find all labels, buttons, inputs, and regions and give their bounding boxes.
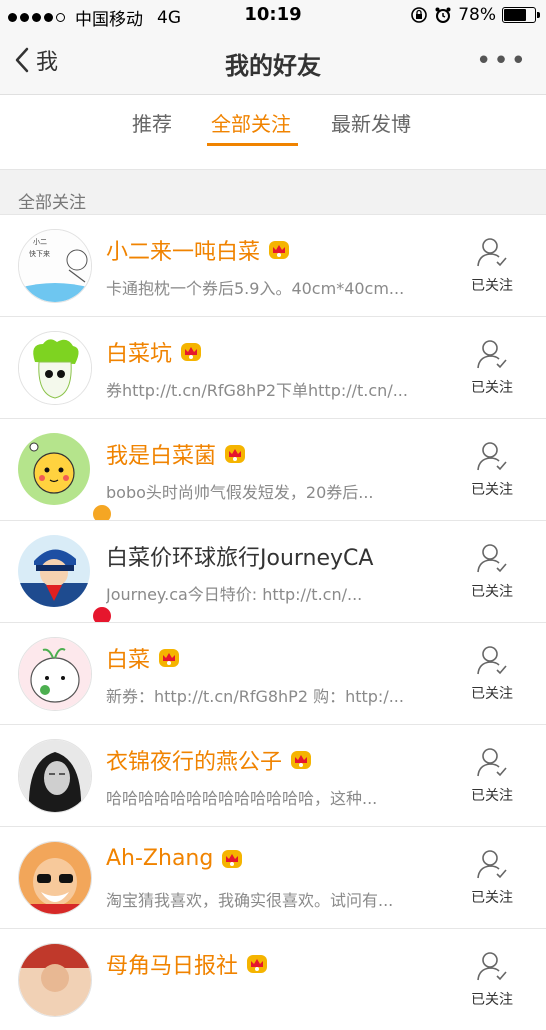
followed-user-icon xyxy=(477,544,507,573)
vip-crown-icon xyxy=(181,343,202,361)
user-name[interactable]: 白菜坑 xyxy=(106,336,172,368)
svg-text:快下来: 快下来 xyxy=(29,249,50,258)
page-title: 我的好友 xyxy=(225,52,321,80)
followed-user-icon xyxy=(477,238,507,267)
followed-user-icon xyxy=(477,748,507,777)
followed-button[interactable]: 已关注 xyxy=(462,949,522,1009)
followed-user-icon xyxy=(477,646,507,675)
list-item[interactable]: 母角马日报社 已关注 xyxy=(0,928,546,1030)
avatar[interactable]: 小二 快下来 xyxy=(18,229,92,303)
followed-button[interactable]: 已关注 xyxy=(462,745,522,805)
vip-crown-icon xyxy=(222,849,243,868)
user-name[interactable]: 白菜 xyxy=(106,642,150,674)
tab-all-following[interactable]: 全部关注 xyxy=(211,108,291,137)
avatar[interactable] xyxy=(18,433,113,525)
followed-button[interactable]: 已关注 xyxy=(462,643,522,703)
svg-text:小二: 小二 xyxy=(33,237,47,246)
user-description: bobo头时尚帅气假发短发，20券后... xyxy=(106,483,374,502)
followed-user-icon xyxy=(477,442,507,471)
more-button[interactable]: ••• xyxy=(476,46,528,76)
status-right: 78% xyxy=(410,5,540,25)
battery-percent: 78% xyxy=(458,5,496,25)
user-name-line: 白菜价环球旅行JourneyCA xyxy=(106,540,373,572)
followed-label: 已关注 xyxy=(471,788,513,804)
list-item[interactable]: 小二 快下来 小二来一吨白菜 卡通抱枕一个券后5.9入。40cm*40cm...… xyxy=(0,214,546,316)
avatar[interactable] xyxy=(18,943,92,1017)
avatar[interactable] xyxy=(18,331,92,405)
followed-user-icon xyxy=(477,340,507,369)
user-description: 新券：http://t.cn/RfG8hP2 购：http:/... xyxy=(106,687,404,706)
avatar[interactable] xyxy=(18,535,113,627)
user-name[interactable]: Ah-Zhang xyxy=(106,846,213,871)
followed-label: 已关注 xyxy=(471,890,513,906)
vip-crown-icon xyxy=(269,241,290,259)
followed-button[interactable]: 已关注 xyxy=(462,439,522,499)
user-description: 卡通抱枕一个券后5.9入。40cm*40cm... xyxy=(106,279,405,298)
followed-label: 已关注 xyxy=(471,380,513,396)
followed-label: 已关注 xyxy=(471,686,513,702)
list-item[interactable]: 白菜 新券：http://t.cn/RfG8hP2 购：http:/... 已关… xyxy=(0,622,546,724)
user-name[interactable]: 母角马日报社 xyxy=(106,948,238,980)
user-name-line: 白菜坑 xyxy=(106,336,202,368)
alarm-icon xyxy=(435,7,451,23)
user-name-line: 白菜 xyxy=(106,642,180,674)
followed-button[interactable]: 已关注 xyxy=(462,235,522,295)
tab-recommend[interactable]: 推荐 xyxy=(132,108,172,137)
followed-label: 已关注 xyxy=(471,584,513,600)
followed-label: 已关注 xyxy=(471,278,513,294)
user-description: 淘宝猜我喜欢，我确实很喜欢。试问有... xyxy=(106,891,394,910)
rotation-lock-icon xyxy=(411,7,428,23)
followed-button[interactable]: 已关注 xyxy=(462,337,522,397)
list-item[interactable]: 衣锦夜行的燕公子 哈哈哈哈哈哈哈哈哈哈哈哈哈，这种... 已关注 xyxy=(0,724,546,826)
list-item[interactable]: 白菜坑 券http://t.cn/RfG8hP2下单http://t.cn/..… xyxy=(0,316,546,418)
user-name-line: 我是白菜菌 xyxy=(106,438,246,470)
list-item[interactable]: Ah-Zhang 淘宝猜我喜欢，我确实很喜欢。试问有... 已关注 xyxy=(0,826,546,928)
user-name[interactable]: 白菜价环球旅行JourneyCA xyxy=(106,540,373,572)
vip-crown-icon xyxy=(247,955,268,973)
list-item[interactable]: 我是白菜菌 bobo头时尚帅气假发短发，20券后... 已关注 xyxy=(0,418,546,525)
avatar[interactable] xyxy=(18,637,92,711)
user-name-line: Ah-Zhang xyxy=(106,846,243,871)
vip-crown-icon xyxy=(159,649,180,667)
following-list: 小二 快下来 小二来一吨白菜 卡通抱枕一个券后5.9入。40cm*40cm...… xyxy=(0,214,546,1030)
battery-icon xyxy=(502,7,540,23)
user-name[interactable]: 我是白菜菌 xyxy=(106,438,216,470)
tab-bar: 推荐 全部关注 最新发博 xyxy=(0,95,546,147)
user-description: 哈哈哈哈哈哈哈哈哈哈哈哈哈，这种... xyxy=(106,789,378,808)
vip-crown-icon xyxy=(291,751,312,769)
section-title: 全部关注 xyxy=(18,193,86,213)
tab-strip xyxy=(0,147,546,170)
followed-user-icon xyxy=(477,850,507,879)
vip-crown-icon xyxy=(225,445,246,463)
followed-button[interactable]: 已关注 xyxy=(462,847,522,907)
user-description: 券http://t.cn/RfG8hP2下单http://t.cn/... xyxy=(106,381,408,400)
user-name[interactable]: 衣锦夜行的燕公子 xyxy=(106,744,282,776)
list-item[interactable]: 白菜价环球旅行JourneyCA Journey.ca今日特价: http://… xyxy=(0,520,546,627)
tab-latest-posts[interactable]: 最新发博 xyxy=(331,108,411,137)
user-description: Journey.ca今日特价: http://t.cn/... xyxy=(106,585,363,604)
avatar[interactable] xyxy=(18,739,92,813)
active-tab-indicator xyxy=(207,143,298,146)
user-name[interactable]: 小二来一吨白菜 xyxy=(106,234,260,266)
avatar[interactable] xyxy=(18,841,92,915)
followed-button[interactable]: 已关注 xyxy=(462,541,522,601)
status-bar: 中国移动 4G 10:19 78% xyxy=(0,0,546,30)
user-name-line: 衣锦夜行的燕公子 xyxy=(106,744,312,776)
user-name-line: 母角马日报社 xyxy=(106,948,268,980)
followed-label: 已关注 xyxy=(471,482,513,498)
navigation-bar: 我 我的好友 ••• xyxy=(0,30,546,95)
user-name-line: 小二来一吨白菜 xyxy=(106,234,290,266)
followed-user-icon xyxy=(477,952,507,981)
followed-label: 已关注 xyxy=(471,992,513,1008)
section-header: 全部关注 xyxy=(0,170,546,214)
